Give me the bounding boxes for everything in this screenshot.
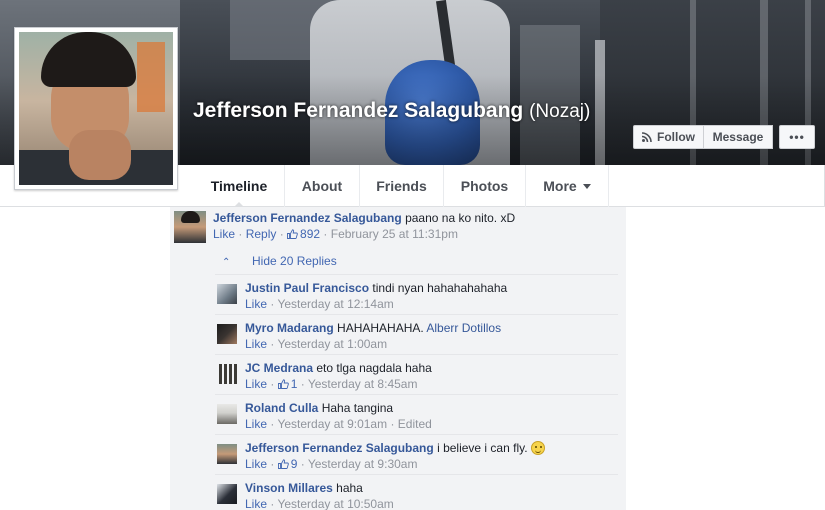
reply-item: Jefferson Fernandez Salagubang i believe… (215, 435, 618, 475)
cover-actions: Follow Message ••• (633, 125, 815, 149)
more-options-button[interactable]: ••• (779, 125, 815, 149)
profile-name[interactable]: Jefferson Fernandez Salagubang (Nozaj) (193, 96, 613, 126)
tab-more-label: More (543, 178, 577, 194)
thumbs-up-icon (277, 379, 289, 389)
thumbs-up-icon (277, 459, 289, 469)
reply-body: Vinson Millares haha Like · Yesterday at… (245, 481, 394, 510)
follow-button[interactable]: Follow (633, 125, 704, 149)
reply-author[interactable]: Justin Paul Francisco (245, 281, 369, 295)
like-count[interactable]: 1 (277, 377, 298, 391)
mention-link[interactable]: Alberr Dotillos (426, 321, 501, 335)
photo-shape (69, 130, 131, 180)
reply-item: Roland Culla Haha tangina Like · Yesterd… (215, 395, 618, 435)
comment-content: paano na ko nito. xD (405, 211, 516, 225)
like-link[interactable]: Like (245, 337, 267, 351)
avatar[interactable] (217, 444, 237, 464)
more-dots-icon: ••• (789, 130, 805, 144)
tab-more[interactable]: More (526, 165, 609, 207)
reply-body: Justin Paul Francisco tindi nyan hahahah… (245, 281, 508, 311)
tab-about-label: About (301, 178, 343, 194)
like-link[interactable]: Like (245, 497, 267, 510)
avatar[interactable] (217, 324, 237, 344)
reply-author[interactable]: Vinson Millares (245, 481, 333, 495)
reply-item: JC Medrana eto tlga nagdala haha Like · … (215, 355, 618, 395)
reply-content: eto tlga nagdala haha (316, 361, 432, 375)
edited-label[interactable]: Edited (398, 417, 432, 431)
like-count-value: 9 (290, 457, 298, 471)
main-comment-body: Jefferson Fernandez Salagubang paano na … (213, 210, 515, 242)
reply-content: i believe i can fly. (437, 441, 528, 455)
tab-friends-label: Friends (376, 178, 427, 194)
reply-content: Haha tangina (321, 401, 394, 415)
profile-photo (19, 32, 173, 185)
like-count[interactable]: 9 (277, 457, 298, 471)
reply-author[interactable]: Jefferson Fernandez Salagubang (245, 441, 434, 455)
tab-timeline[interactable]: Timeline (194, 165, 285, 208)
message-button[interactable]: Message (703, 125, 773, 149)
comment-time[interactable]: February 25 at 11:31pm (331, 227, 458, 241)
comment-text: Jefferson Fernandez Salagubang paano na … (213, 210, 515, 226)
reply-item: Vinson Millares haha Like · Yesterday at… (215, 475, 618, 510)
avatar[interactable] (217, 404, 237, 424)
comment-meta: Like · Reply · 892 · February 25 at 11:3… (213, 227, 458, 241)
reply-item: Justin Paul Francisco tindi nyan hahahah… (215, 275, 618, 315)
reply-time[interactable]: Yesterday at 12:14am (277, 297, 393, 311)
avatar[interactable] (217, 364, 237, 384)
tab-friends[interactable]: Friends (360, 165, 444, 207)
avatar-hair (181, 211, 200, 223)
like-link[interactable]: Like (245, 457, 267, 471)
hide-replies-label: Hide 20 Replies (252, 254, 337, 268)
reply-body: Myro Madarang HAHAHAHAHA. Alberr Dotillo… (245, 321, 502, 351)
comment-thread: Jefferson Fernandez Salagubang paano na … (170, 207, 626, 510)
reply-time[interactable]: Yesterday at 9:30am (308, 457, 418, 471)
reply-author[interactable]: Roland Culla (245, 401, 318, 415)
tab-about[interactable]: About (285, 165, 360, 207)
profile-full-name[interactable]: Jefferson Fernandez Salagubang (193, 99, 523, 122)
smile-emoji-icon (530, 441, 545, 455)
photo-shape (137, 42, 165, 112)
reply-time[interactable]: Yesterday at 8:45am (308, 377, 418, 391)
chevron-down-icon (582, 183, 591, 189)
reply-content: haha (336, 481, 363, 495)
like-link[interactable]: Like (245, 377, 267, 391)
reply-item: Myro Madarang HAHAHAHAHA. Alberr Dotillo… (215, 315, 618, 355)
tab-photos[interactable]: Photos (444, 165, 526, 207)
like-count[interactable]: 892 (287, 227, 320, 241)
profile-alternate-name: (Nozaj) (529, 101, 591, 122)
reply-author[interactable]: Myro Madarang (245, 321, 334, 335)
reply-body: Jefferson Fernandez Salagubang i believe… (245, 440, 545, 472)
reply-time[interactable]: Yesterday at 1:00am (277, 337, 387, 351)
rss-icon (642, 132, 652, 142)
reply-time[interactable]: Yesterday at 10:50am (277, 497, 393, 510)
tab-timeline-label: Timeline (210, 178, 268, 194)
thumbs-up-icon (287, 229, 298, 239)
reply-author[interactable]: JC Medrana (245, 361, 313, 375)
reply-body: JC Medrana eto tlga nagdala haha Like · … (245, 361, 432, 391)
reply-link[interactable]: Reply (246, 227, 277, 241)
like-link[interactable]: Like (245, 297, 267, 311)
hide-replies-link[interactable]: ⌃ Hide 20 Replies (215, 252, 618, 275)
reply-time[interactable]: Yesterday at 9:01am (277, 417, 387, 431)
like-link[interactable]: Like (245, 417, 267, 431)
avatar[interactable] (217, 484, 237, 504)
avatar[interactable] (174, 211, 206, 243)
reply-content: tindi nyan hahahahahaha (372, 281, 508, 295)
reply-content: HAHAHAHAHA. (337, 321, 424, 335)
profile-picture[interactable] (14, 27, 178, 190)
like-link[interactable]: Like (213, 227, 235, 241)
like-count-value: 892 (300, 227, 321, 241)
tab-photos-label: Photos (460, 178, 509, 194)
like-count-value: 1 (290, 377, 298, 391)
chevron-up-icon: ⌃ (222, 257, 231, 268)
avatar[interactable] (217, 284, 237, 304)
follow-label: Follow (657, 130, 695, 144)
reply-body: Roland Culla Haha tangina Like · Yesterd… (245, 401, 432, 431)
message-label: Message (712, 130, 764, 144)
comment-author[interactable]: Jefferson Fernandez Salagubang (213, 211, 402, 225)
photo-shape (41, 32, 136, 87)
